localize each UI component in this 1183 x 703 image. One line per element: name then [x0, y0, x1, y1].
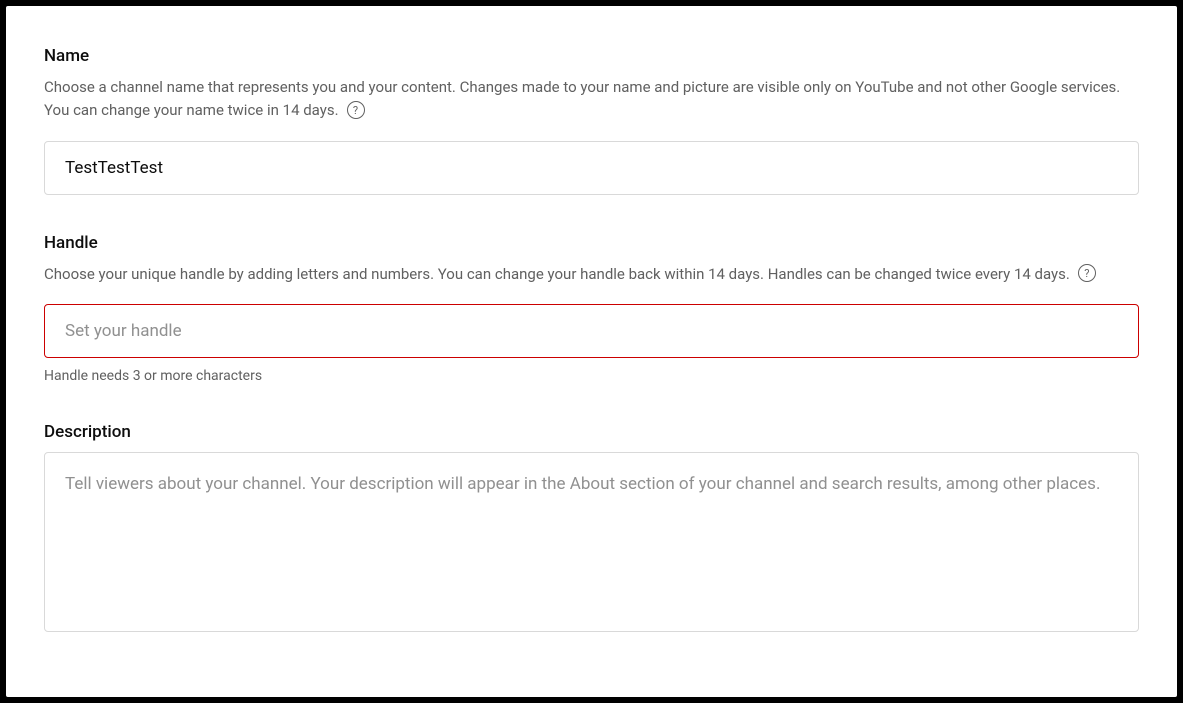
- name-description: Choose a channel name that represents yo…: [44, 78, 1120, 119]
- description-title: Description: [44, 422, 1139, 442]
- handle-description: Choose your unique handle by adding lett…: [44, 265, 1070, 283]
- handle-error-text: Handle needs 3 or more characters: [44, 368, 1139, 384]
- description-textarea[interactable]: [44, 452, 1139, 632]
- name-input[interactable]: [44, 141, 1139, 195]
- name-section: Name Choose a channel name that represen…: [44, 46, 1139, 195]
- name-title: Name: [44, 46, 1139, 66]
- handle-title: Handle: [44, 233, 1139, 253]
- description-section: Description: [44, 422, 1139, 636]
- handle-input[interactable]: [44, 304, 1139, 358]
- help-icon[interactable]: ?: [1078, 264, 1096, 282]
- help-icon[interactable]: ?: [347, 101, 365, 119]
- handle-section: Handle Choose your unique handle by addi…: [44, 233, 1139, 384]
- settings-panel: Name Choose a channel name that represen…: [6, 6, 1177, 697]
